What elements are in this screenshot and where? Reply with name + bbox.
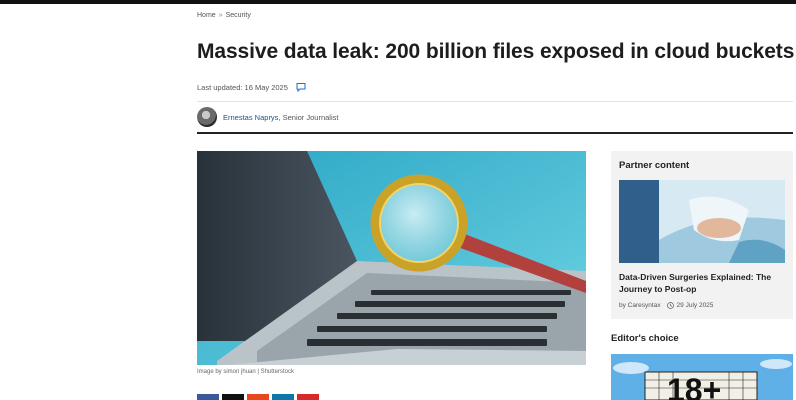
editors-choice-heading: Editor's choice bbox=[611, 333, 679, 344]
author-avatar[interactable] bbox=[197, 107, 217, 127]
partner-content-heading: Partner content bbox=[619, 160, 690, 171]
partner-date: 29 July 2025 bbox=[676, 302, 714, 309]
article-meta: Last updated: 16 May 2025 bbox=[197, 82, 306, 93]
breadcrumb-security-link[interactable]: Security bbox=[226, 12, 251, 19]
divider bbox=[197, 101, 793, 102]
clock-icon bbox=[666, 302, 674, 309]
partner-byline: by Caresyntax bbox=[619, 302, 661, 309]
editors-choice-image[interactable]: 18+ bbox=[611, 354, 793, 400]
breadcrumb: Home » Security bbox=[197, 12, 251, 19]
author-link[interactable]: Ernestas Naprys bbox=[223, 113, 278, 122]
hero-image bbox=[197, 151, 586, 365]
partner-article-image[interactable] bbox=[619, 180, 785, 263]
share-buttons bbox=[197, 394, 319, 400]
partner-article-meta: by Caresyntax 29 July 2025 bbox=[619, 302, 713, 309]
reddit-icon[interactable] bbox=[247, 394, 269, 400]
breadcrumb-separator: » bbox=[218, 12, 223, 19]
partner-date-wrap: 29 July 2025 bbox=[666, 302, 714, 309]
author-text: Ernestas Naprys, Senior Journalist bbox=[223, 113, 338, 122]
partner-article-title[interactable]: Data-Driven Surgeries Explained: The Jou… bbox=[619, 272, 785, 295]
linkedin-icon[interactable] bbox=[272, 394, 294, 400]
top-bar bbox=[0, 0, 796, 4]
heading-divider bbox=[197, 132, 793, 134]
author-role: , Senior Journalist bbox=[278, 112, 339, 122]
image-caption: Image by simon jhuan | Shutterstock bbox=[197, 369, 294, 375]
breadcrumb-home-link[interactable]: Home bbox=[197, 12, 216, 19]
article-title: Massive data leak: 200 billion files exp… bbox=[197, 40, 795, 63]
facebook-icon[interactable] bbox=[197, 394, 219, 400]
x-icon[interactable] bbox=[222, 394, 244, 400]
comment-icon[interactable] bbox=[296, 82, 306, 93]
email-icon[interactable] bbox=[297, 394, 319, 400]
last-updated-text: Last updated: 16 May 2025 bbox=[197, 82, 288, 92]
editors-image-text: 18+ bbox=[667, 372, 722, 400]
author-byline: Ernestas Naprys, Senior Journalist bbox=[197, 107, 338, 127]
